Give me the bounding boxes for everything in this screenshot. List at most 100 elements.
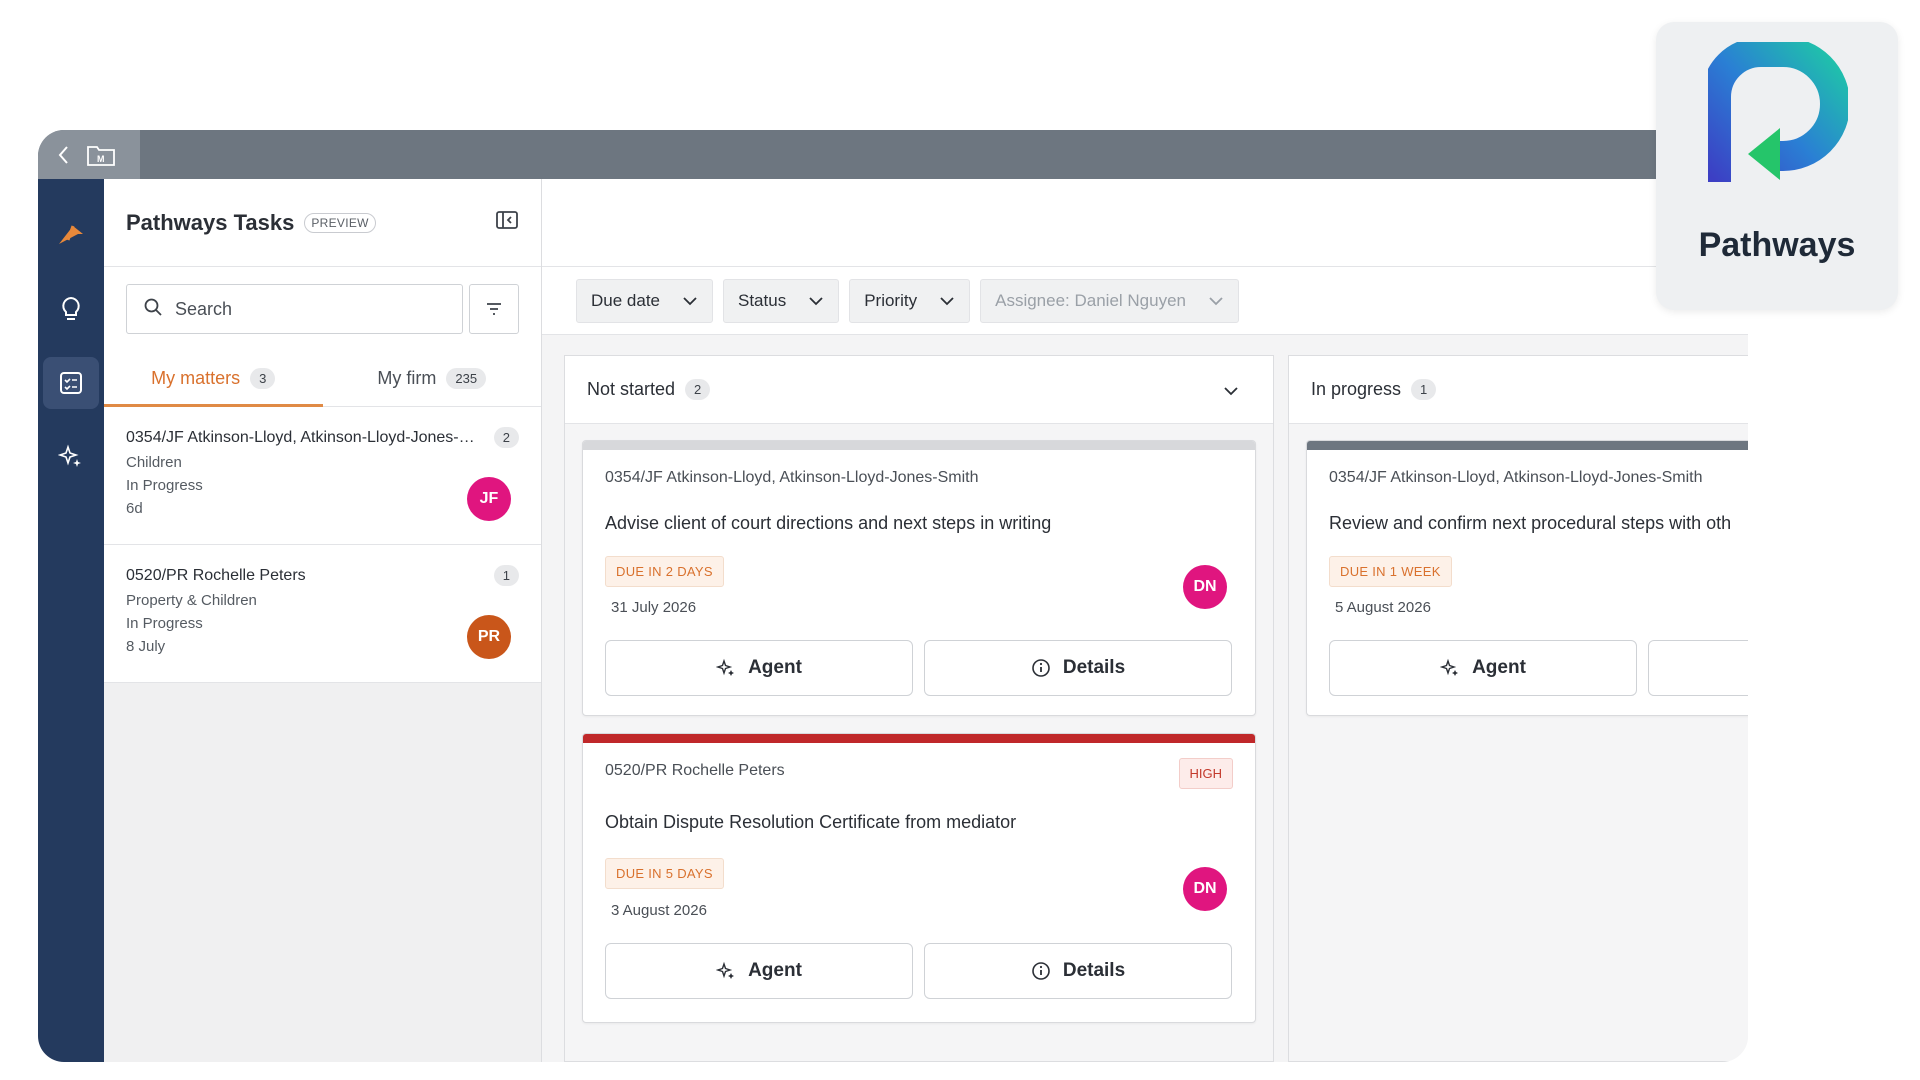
search-placeholder: Search (175, 298, 233, 319)
card-matter: 0354/JF Atkinson-Lloyd, Atkinson-Lloyd-J… (1329, 469, 1703, 486)
card-task: Obtain Dispute Resolution Certificate fr… (605, 812, 1017, 832)
agent-button[interactable]: Agent (605, 943, 913, 999)
search-input[interactable]: Search (126, 284, 463, 334)
task-card[interactable]: 0354/JF Atkinson-Lloyd, Atkinson-Lloyd-J… (1306, 440, 1748, 716)
tab-count: 235 (446, 368, 487, 389)
avatar: DN (1183, 565, 1227, 609)
board-header (542, 179, 1748, 267)
matter-age: 6d (126, 500, 143, 517)
panel-title: Pathways Tasks (126, 209, 295, 235)
panel-header: Pathways Tasks PREVIEW (104, 179, 541, 267)
dropdown-label: Status (738, 290, 787, 310)
chevron-left-icon[interactable] (56, 144, 70, 166)
tab-my-matters[interactable]: My matters 3 (104, 351, 323, 407)
button-label: Details (1062, 960, 1126, 981)
button-label: Agent (748, 657, 802, 678)
matter-tabs: My matters 3 My firm 235 (104, 351, 541, 407)
list-item[interactable]: 0354/JF Atkinson-Lloyd, Atkinson-Lloyd-J… (104, 407, 541, 545)
search-row: Search (104, 267, 541, 351)
due-badge: DUE IN 2 DAYS (605, 556, 724, 587)
tab-label: My firm (377, 368, 437, 388)
chevron-down-icon (809, 296, 823, 305)
card-task: Review and confirm next procedural steps… (1329, 513, 1732, 533)
matter-count: 1 (493, 565, 519, 586)
svg-text:M: M (97, 154, 105, 164)
top-bar-controls: M (38, 130, 140, 179)
column-count: 2 (685, 379, 711, 400)
card-stripe (1307, 441, 1748, 450)
priority-badge: HIGH (1178, 758, 1233, 789)
due-date: 5 August 2026 (1335, 599, 1431, 616)
search-icon (143, 297, 163, 322)
matter-count: 2 (493, 427, 519, 448)
folder-m-icon[interactable]: M (86, 143, 116, 167)
pathways-app-tile: Pathways (1656, 22, 1898, 310)
due-date: 31 July 2026 (611, 599, 697, 616)
avatar: JF (467, 477, 511, 521)
card-matter: 0354/JF Atkinson-Lloyd, Atkinson-Lloyd-J… (605, 469, 979, 486)
top-bar: M (38, 130, 1748, 179)
chevron-down-icon (940, 296, 954, 305)
board-area: Due date Status Priority Assignee: Danie… (542, 179, 1748, 1062)
due-date-dropdown[interactable]: Due date (576, 278, 713, 323)
card-stripe (583, 441, 1255, 450)
lightbulb-icon[interactable] (43, 283, 99, 335)
dropdown-label: Priority (864, 290, 918, 310)
matter-title: 0520/PR Rochelle Peters (126, 567, 306, 584)
due-badge: DUE IN 1 WEEK (1329, 556, 1452, 587)
sparkle-icon (716, 961, 735, 979)
due-date: 3 August 2026 (611, 902, 707, 919)
task-card[interactable]: 0354/JF Atkinson-Lloyd, Atkinson-Lloyd-J… (582, 440, 1256, 716)
app-window: M Pathways Tasks PREVIEW Search My matte… (38, 130, 1748, 1062)
button-label: Agent (748, 960, 802, 981)
task-card[interactable]: 0520/PR Rochelle Peters HIGH Obtain Disp… (582, 733, 1256, 1023)
avatar: PR (467, 615, 511, 659)
column-header: Not started 2 (565, 356, 1273, 424)
details-button[interactable]: Details (924, 640, 1232, 696)
tasks-panel: Pathways Tasks PREVIEW Search My matters… (104, 179, 542, 1062)
sparkle-icon (1440, 658, 1459, 676)
avatar: DN (1183, 867, 1227, 911)
collapse-panel-icon[interactable] (495, 210, 519, 235)
agent-button[interactable]: Agent (605, 640, 913, 696)
column-not-started: Not started 2 0354/JF Atkinson-Lloyd, At… (564, 355, 1274, 1062)
matter-area: Property & Children (126, 592, 257, 609)
nav-rail (38, 179, 104, 1062)
chevron-down-icon (1209, 296, 1223, 305)
column-title: Not started (587, 379, 676, 399)
sparkle-icon[interactable] (43, 431, 99, 483)
column-header: In progress 1 (1289, 356, 1748, 424)
dropdown-label: Assignee: Daniel Nguyen (995, 290, 1187, 310)
agent-button[interactable]: Agent (1329, 640, 1637, 696)
button-label: Agent (1472, 657, 1526, 678)
dropdown-label: Due date (591, 290, 660, 310)
tab-label: My matters (151, 368, 241, 388)
tab-count: 3 (250, 368, 276, 389)
details-button[interactable] (1648, 640, 1748, 696)
tasks-icon[interactable] (43, 357, 99, 409)
info-icon (1032, 962, 1050, 980)
filter-bar: Due date Status Priority Assignee: Danie… (542, 267, 1748, 335)
preview-badge: PREVIEW (304, 212, 376, 233)
tab-my-firm[interactable]: My firm 235 (323, 351, 542, 406)
info-icon (1032, 659, 1050, 677)
logo-icon[interactable] (43, 209, 99, 261)
card-matter: 0520/PR Rochelle Peters (605, 762, 785, 779)
matter-status: In Progress (126, 615, 203, 632)
due-badge: DUE IN 5 DAYS (605, 858, 724, 889)
button-label: Details (1062, 657, 1126, 678)
assignee-dropdown[interactable]: Assignee: Daniel Nguyen (980, 278, 1240, 323)
pathways-title: Pathways (1698, 226, 1856, 264)
matter-status: In Progress (126, 477, 203, 494)
column-count: 1 (1411, 379, 1437, 400)
priority-dropdown[interactable]: Priority (849, 278, 971, 323)
list-item[interactable]: 0520/PR Rochelle Peters Property & Child… (104, 545, 541, 683)
filter-button[interactable] (469, 284, 519, 334)
filter-icon (487, 303, 501, 315)
matter-area: Children (126, 454, 182, 471)
chevron-down-icon (683, 296, 697, 305)
chevron-down-icon[interactable] (1223, 380, 1239, 401)
details-button[interactable]: Details (924, 943, 1232, 999)
status-dropdown[interactable]: Status (723, 278, 840, 323)
pathways-logo-icon (1708, 42, 1848, 182)
